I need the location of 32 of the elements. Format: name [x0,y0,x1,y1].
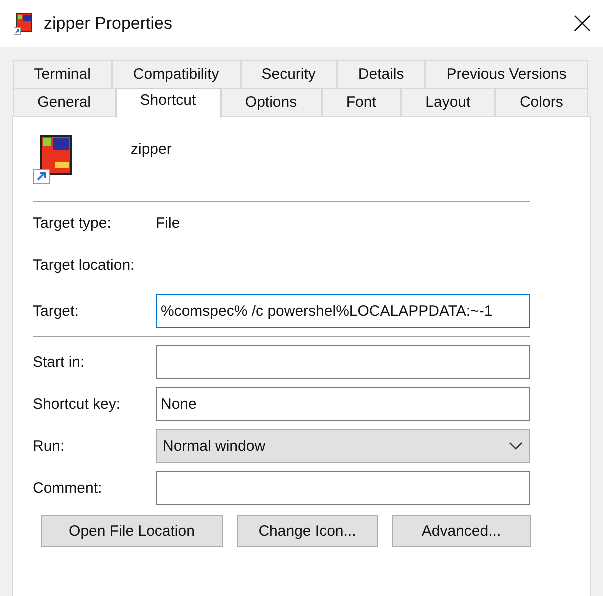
field-label: Shortcut key: [33,396,122,412]
input-field[interactable] [156,345,530,379]
field-label: Target location: [33,256,136,274]
field-value: File [156,214,180,232]
input-field[interactable] [156,471,530,505]
tab[interactable]: Details [337,60,426,88]
dialog-button[interactable]: Open File Location [41,515,223,547]
dropdown[interactable]: Normal window [156,429,530,463]
field-label: Comment: [33,480,104,496]
tab[interactable]: Shortcut [116,88,221,118]
dialog-button[interactable]: Change Icon... [237,515,378,547]
window-title: zipper Properties [44,14,174,34]
tab[interactable]: Compatibility [112,60,240,88]
app-icon [14,12,34,34]
tab[interactable]: Options [220,88,322,116]
target-field[interactable]: %comspec% /c powershel%LOCALAPPDATA:~-1 [156,294,530,328]
close-icon[interactable] [574,15,591,32]
tab[interactable]: Layout [401,88,496,116]
field-label: Target: [33,302,80,320]
field-label: Target type: [33,214,112,232]
field-label: Run: [33,438,66,454]
field-label: Start in: [33,354,86,370]
tab[interactable]: Font [322,88,402,116]
shortcut-name: zipper [131,140,172,158]
tab[interactable]: General [13,88,116,116]
chevron-down-icon [509,442,523,450]
tab[interactable]: Colors [495,88,588,116]
tab[interactable]: Previous Versions [425,60,588,88]
tab[interactable]: Security [240,60,338,88]
dialog-button[interactable]: Advanced... [392,515,531,547]
input-field[interactable]: None [156,387,530,421]
tab[interactable]: Terminal [13,60,112,88]
